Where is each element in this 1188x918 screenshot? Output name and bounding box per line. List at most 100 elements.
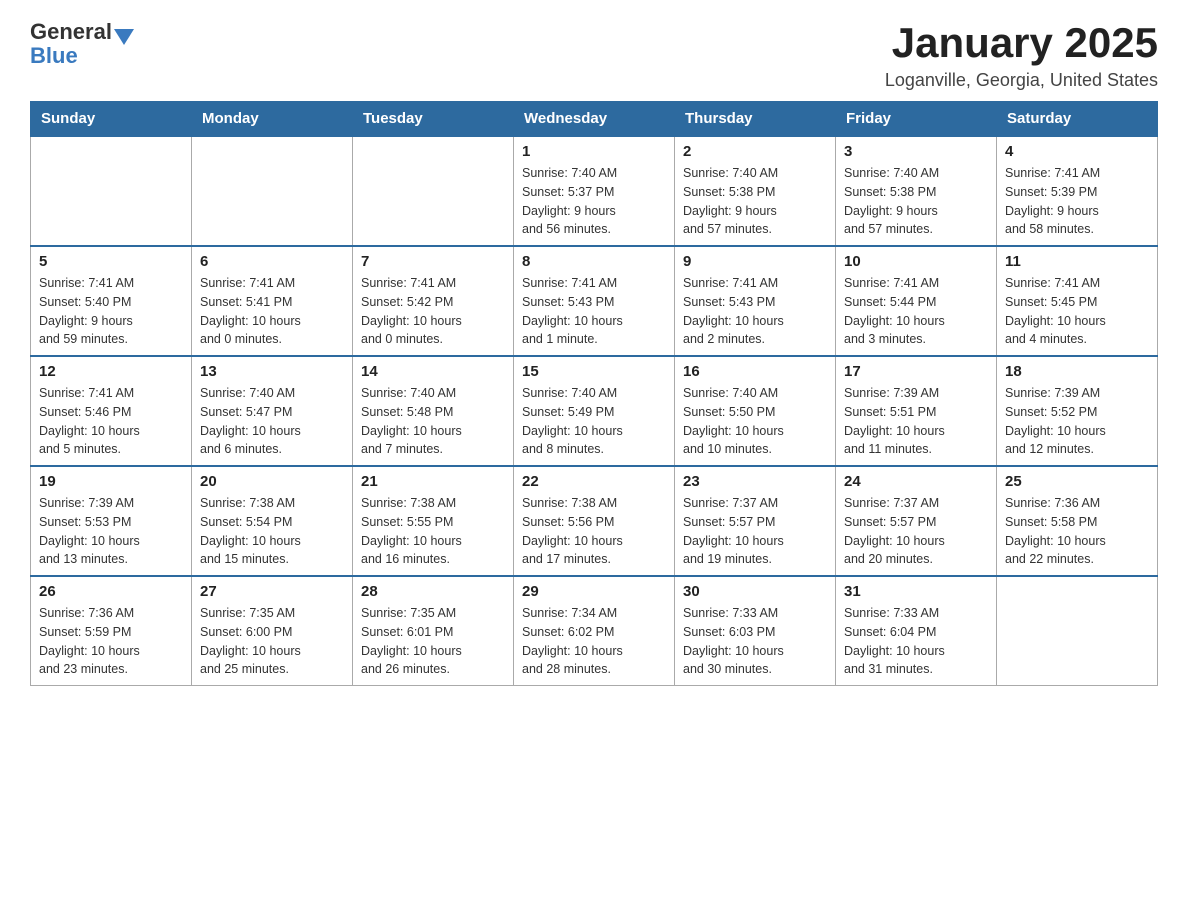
day-number: 10 (844, 253, 988, 270)
day-number: 8 (522, 253, 666, 270)
day-number: 1 (522, 143, 666, 160)
logo-general-text: General (30, 20, 112, 44)
day-info: Sunrise: 7:41 AMSunset: 5:43 PMDaylight:… (522, 274, 666, 349)
calendar-cell: 17Sunrise: 7:39 AMSunset: 5:51 PMDayligh… (836, 356, 997, 466)
day-info: Sunrise: 7:40 AMSunset: 5:48 PMDaylight:… (361, 384, 505, 459)
day-info: Sunrise: 7:37 AMSunset: 5:57 PMDaylight:… (683, 494, 827, 569)
day-info: Sunrise: 7:40 AMSunset: 5:37 PMDaylight:… (522, 164, 666, 239)
day-info: Sunrise: 7:40 AMSunset: 5:49 PMDaylight:… (522, 384, 666, 459)
day-info: Sunrise: 7:41 AMSunset: 5:44 PMDaylight:… (844, 274, 988, 349)
logo: General Blue (30, 20, 134, 68)
day-number: 21 (361, 473, 505, 490)
day-info: Sunrise: 7:38 AMSunset: 5:56 PMDaylight:… (522, 494, 666, 569)
day-info: Sunrise: 7:36 AMSunset: 5:59 PMDaylight:… (39, 604, 183, 679)
day-info: Sunrise: 7:40 AMSunset: 5:50 PMDaylight:… (683, 384, 827, 459)
day-number: 24 (844, 473, 988, 490)
calendar-cell (31, 136, 192, 246)
day-info: Sunrise: 7:38 AMSunset: 5:54 PMDaylight:… (200, 494, 344, 569)
calendar-cell: 13 Sunrise: 7:40 AMSunset: 5:47 PMDayligh… (192, 356, 353, 466)
calendar-header-cell: Wednesday (514, 102, 675, 137)
day-number: 28 (361, 583, 505, 600)
calendar-body: 1 Sunrise: 7:40 AMSunset: 5:37 PMDaylight… (31, 136, 1158, 686)
calendar-cell: 2Sunrise: 7:40 AMSunset: 5:38 PMDaylight… (675, 136, 836, 246)
calendar-header-cell: Saturday (997, 102, 1158, 137)
calendar-cell: 3 Sunrise: 7:40 AMSunset: 5:38 PMDaylight… (836, 136, 997, 246)
day-info: Sunrise: 7:41 AMSunset: 5:40 PMDaylight:… (39, 274, 183, 349)
calendar-week-row: 12 Sunrise: 7:41 AMSunset: 5:46 PMDayligh… (31, 356, 1158, 466)
day-info: Sunrise: 7:41 AMSunset: 5:39 PMDaylight:… (1005, 164, 1149, 239)
day-number: 13 (200, 363, 344, 380)
day-number: 6 (200, 253, 344, 270)
day-info: Sunrise: 7:39 AMSunset: 5:53 PMDaylight:… (39, 494, 183, 569)
calendar-header-cell: Sunday (31, 102, 192, 137)
day-info: Sunrise: 7:35 AMSunset: 6:00 PMDaylight:… (200, 604, 344, 679)
calendar-cell: 7 Sunrise: 7:41 AMSunset: 5:42 PMDaylight… (353, 246, 514, 356)
calendar-week-row: 19 Sunrise: 7:39 AMSunset: 5:53 PMDayligh… (31, 466, 1158, 576)
calendar-week-row: 26 Sunrise: 7:36 AMSunset: 5:59 PMDayligh… (31, 576, 1158, 686)
calendar-cell: 23Sunrise: 7:37 AMSunset: 5:57 PMDayligh… (675, 466, 836, 576)
calendar-header-cell: Friday (836, 102, 997, 137)
calendar-cell: 24 Sunrise: 7:37 AMSunset: 5:57 PMDayligh… (836, 466, 997, 576)
day-number: 22 (522, 473, 666, 490)
calendar-header-cell: Monday (192, 102, 353, 137)
day-info: Sunrise: 7:41 AMSunset: 5:41 PMDaylight:… (200, 274, 344, 349)
calendar-cell: 20Sunrise: 7:38 AMSunset: 5:54 PMDayligh… (192, 466, 353, 576)
day-number: 15 (522, 363, 666, 380)
calendar-cell: 28Sunrise: 7:35 AMSunset: 6:01 PMDayligh… (353, 576, 514, 686)
calendar-cell: 29 Sunrise: 7:34 AMSunset: 6:02 PMDayligh… (514, 576, 675, 686)
day-number: 18 (1005, 363, 1149, 380)
calendar-cell: 15 Sunrise: 7:40 AMSunset: 5:49 PMDayligh… (514, 356, 675, 466)
day-number: 29 (522, 583, 666, 600)
calendar-cell: 22 Sunrise: 7:38 AMSunset: 5:56 PMDayligh… (514, 466, 675, 576)
day-number: 16 (683, 363, 827, 380)
calendar-cell: 19 Sunrise: 7:39 AMSunset: 5:53 PMDayligh… (31, 466, 192, 576)
calendar-week-row: 1 Sunrise: 7:40 AMSunset: 5:37 PMDaylight… (31, 136, 1158, 246)
calendar-cell (997, 576, 1158, 686)
calendar-cell (353, 136, 514, 246)
calendar-cell: 6 Sunrise: 7:41 AMSunset: 5:41 PMDaylight… (192, 246, 353, 356)
calendar-header-cell: Thursday (675, 102, 836, 137)
day-number: 7 (361, 253, 505, 270)
day-info: Sunrise: 7:34 AMSunset: 6:02 PMDaylight:… (522, 604, 666, 679)
calendar-cell: 30Sunrise: 7:33 AMSunset: 6:03 PMDayligh… (675, 576, 836, 686)
logo-triangle-icon (114, 29, 134, 45)
day-number: 26 (39, 583, 183, 600)
day-info: Sunrise: 7:41 AMSunset: 5:46 PMDaylight:… (39, 384, 183, 459)
day-number: 9 (683, 253, 827, 270)
day-number: 19 (39, 473, 183, 490)
calendar-cell: 26 Sunrise: 7:36 AMSunset: 5:59 PMDayligh… (31, 576, 192, 686)
day-number: 3 (844, 143, 988, 160)
calendar-cell: 12 Sunrise: 7:41 AMSunset: 5:46 PMDayligh… (31, 356, 192, 466)
day-number: 4 (1005, 143, 1149, 160)
calendar-cell: 9 Sunrise: 7:41 AMSunset: 5:43 PMDaylight… (675, 246, 836, 356)
calendar-cell: 5Sunrise: 7:41 AMSunset: 5:40 PMDaylight… (31, 246, 192, 356)
day-info: Sunrise: 7:40 AMSunset: 5:38 PMDaylight:… (844, 164, 988, 239)
day-info: Sunrise: 7:33 AMSunset: 6:04 PMDaylight:… (844, 604, 988, 679)
day-number: 11 (1005, 253, 1149, 270)
day-number: 25 (1005, 473, 1149, 490)
calendar-cell (192, 136, 353, 246)
calendar-cell: 10 Sunrise: 7:41 AMSunset: 5:44 PMDayligh… (836, 246, 997, 356)
calendar-header: SundayMondayTuesdayWednesdayThursdayFrid… (31, 102, 1158, 137)
calendar-header-row: SundayMondayTuesdayWednesdayThursdayFrid… (31, 102, 1158, 137)
calendar-cell: 4 Sunrise: 7:41 AMSunset: 5:39 PMDaylight… (997, 136, 1158, 246)
page-header: General Blue January 2025 Loganville, Ge… (30, 20, 1158, 91)
day-info: Sunrise: 7:41 AMSunset: 5:42 PMDaylight:… (361, 274, 505, 349)
day-number: 27 (200, 583, 344, 600)
day-info: Sunrise: 7:38 AMSunset: 5:55 PMDaylight:… (361, 494, 505, 569)
day-number: 12 (39, 363, 183, 380)
day-number: 30 (683, 583, 827, 600)
day-info: Sunrise: 7:40 AMSunset: 5:38 PMDaylight:… (683, 164, 827, 239)
calendar-cell: 16 Sunrise: 7:40 AMSunset: 5:50 PMDayligh… (675, 356, 836, 466)
page-title: January 2025 (885, 20, 1158, 66)
day-info: Sunrise: 7:36 AMSunset: 5:58 PMDaylight:… (1005, 494, 1149, 569)
day-info: Sunrise: 7:37 AMSunset: 5:57 PMDaylight:… (844, 494, 988, 569)
calendar-header-cell: Tuesday (353, 102, 514, 137)
day-info: Sunrise: 7:41 AMSunset: 5:45 PMDaylight:… (1005, 274, 1149, 349)
day-info: Sunrise: 7:41 AMSunset: 5:43 PMDaylight:… (683, 274, 827, 349)
calendar-cell: 1 Sunrise: 7:40 AMSunset: 5:37 PMDaylight… (514, 136, 675, 246)
title-block: January 2025 Loganville, Georgia, United… (885, 20, 1158, 91)
calendar-cell: 27 Sunrise: 7:35 AMSunset: 6:00 PMDayligh… (192, 576, 353, 686)
calendar-cell: 25 Sunrise: 7:36 AMSunset: 5:58 PMDayligh… (997, 466, 1158, 576)
day-info: Sunrise: 7:40 AMSunset: 5:47 PMDaylight:… (200, 384, 344, 459)
